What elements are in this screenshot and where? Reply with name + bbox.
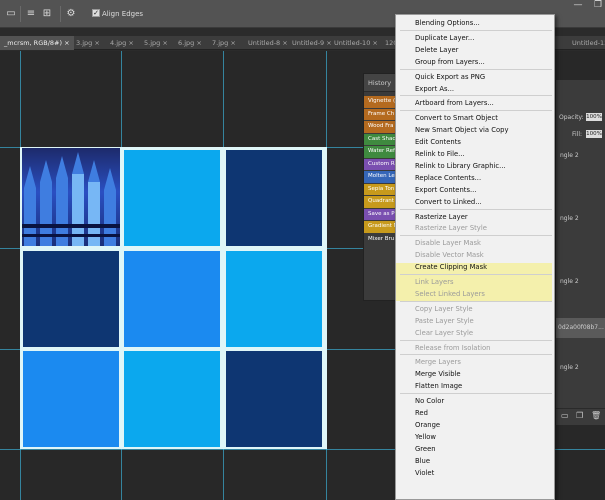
menu-separator (400, 354, 552, 356)
color-tile (226, 150, 322, 246)
color-tile (226, 351, 322, 447)
menu-separator (400, 274, 552, 275)
tab-document[interactable]: Untitled-8 × (248, 36, 288, 50)
gear-icon[interactable]: ⚙ (66, 9, 76, 19)
menu-separator (400, 208, 552, 210)
combine-shapes-icon[interactable]: ▭ (6, 9, 16, 19)
menu-item-release-from-isolation: Release from Isolation (415, 343, 491, 352)
tab-active-document[interactable]: _mcrsm, RGB/8#) × (0, 36, 74, 50)
layer-name[interactable]: ngle 2 (560, 364, 579, 371)
selected-layer-row[interactable]: 0d2a00f08b7... (556, 318, 605, 338)
restore-icon[interactable]: ❐ (588, 0, 605, 12)
color-tile (124, 150, 220, 246)
menu-item-rasterize-layer[interactable]: Rasterize Layer (396, 211, 554, 223)
selected-layer-name: 0d2a00f08b7... (558, 324, 604, 331)
color-tile (226, 251, 322, 347)
menu-separator (400, 300, 552, 302)
menu-item-select-linked-layers: Select Linked Layers (415, 289, 485, 298)
menu-item-artboard-from-layers[interactable]: Artboard from Layers... (396, 97, 554, 109)
menu-item-convert-to-linked[interactable]: Convert to Linked... (396, 196, 554, 208)
menu-item-disable-layer-mask: Disable Layer Mask (415, 239, 481, 248)
path-arrangement-icon[interactable]: ⊞ (42, 9, 52, 19)
menu-item-yellow[interactable]: Yellow (396, 431, 554, 443)
layer-name[interactable]: ngle 2 (560, 215, 579, 222)
menu-separator (400, 339, 552, 341)
new-layer-icon[interactable]: ❐ (576, 411, 583, 420)
layers-panel[interactable]: Opacity: 100% Fill: 100% ngle 2 ngle 2 n… (555, 80, 605, 425)
menu-separator (400, 110, 552, 112)
tab-document[interactable]: Untitled-12 (572, 36, 605, 50)
menu-item-orange[interactable]: Orange (396, 419, 554, 431)
toolbar-separator (60, 6, 61, 22)
menu-item-paste-layer-style: Paste Layer Style (415, 316, 474, 325)
path-alignment-icon[interactable]: ≡ (26, 9, 36, 19)
tab-document[interactable]: 3.jpg × (76, 36, 100, 50)
menu-separator (400, 235, 552, 237)
menu-item-clear-layer-style: Clear Layer Style (415, 328, 474, 337)
layer-name[interactable]: ngle 2 (560, 278, 579, 285)
tab-document[interactable]: 5.jpg × (144, 36, 168, 50)
toolbar-separator (20, 6, 21, 22)
tab-document[interactable]: Untitled-10 × (334, 36, 378, 50)
menu-item-copy-layer-style: Copy Layer Style (415, 304, 473, 313)
menu-item-convert-to-smart-object[interactable]: Convert to Smart Object (396, 112, 554, 124)
color-tile (124, 351, 220, 447)
folder-icon[interactable]: ▭ (561, 411, 569, 420)
menu-item-edit-contents[interactable]: Edit Contents (396, 136, 554, 148)
menu-item-export-contents[interactable]: Export Contents... (396, 184, 554, 196)
color-tile (23, 251, 119, 347)
menu-item-merge-visible[interactable]: Merge Visible (396, 368, 554, 380)
menu-item-delete-layer[interactable]: Delete Layer (396, 44, 554, 56)
menu-item-create-clipping-mask[interactable]: Create Clipping Mask (396, 261, 554, 273)
layer-name[interactable]: ngle 2 (560, 152, 579, 159)
menu-item-relink-to-library-graphic[interactable]: Relink to Library Graphic... (396, 160, 554, 172)
tab-document[interactable]: 7.jpg × (212, 36, 236, 50)
crayons-photo (22, 148, 120, 246)
color-tile (23, 351, 119, 447)
align-edges-checkbox[interactable]: ✓ (92, 9, 100, 17)
minimize-icon[interactable]: — (568, 0, 588, 12)
menu-item-quick-export-as-png[interactable]: Quick Export as PNG (396, 71, 554, 83)
menu-item-replace-contents[interactable]: Replace Contents... (396, 172, 554, 184)
menu-item-merge-layers: Merge Layers (415, 358, 461, 367)
menu-separator (400, 29, 552, 31)
menu-item-relink-to-file[interactable]: Relink to File... (396, 148, 554, 160)
menu-item-rasterize-layer-style: Rasterize Layer Style (415, 224, 487, 233)
menu-item-flatten-image[interactable]: Flatten Image (396, 380, 554, 392)
menu-item-group-from-layers[interactable]: Group from Layers... (396, 56, 554, 68)
tab-document[interactable]: 6.jpg × (178, 36, 202, 50)
menu-separator (400, 95, 552, 97)
layers-panel-footer: ▭ ❐ 🗑 (556, 408, 605, 422)
menu-separator (400, 393, 552, 395)
menu-item-new-smart-object-via-copy[interactable]: New Smart Object via Copy (396, 124, 554, 136)
menu-item-duplicate-layer[interactable]: Duplicate Layer... (396, 32, 554, 44)
menu-item-blending-options[interactable]: Blending Options... (396, 17, 554, 29)
opacity-label: Opacity: (559, 114, 584, 121)
menu-item-violet[interactable]: Violet (396, 467, 554, 479)
menu-item-disable-vector-mask: Disable Vector Mask (415, 251, 484, 260)
fill-label: Fill: (572, 131, 583, 138)
menu-separator (400, 68, 552, 70)
color-tile (124, 251, 220, 347)
menu-item-no-color[interactable]: No Color (396, 395, 554, 407)
layer-context-menu[interactable]: Blending Options... Duplicate Layer... Del… (395, 14, 555, 500)
tab-document[interactable]: Untitled-9 × (292, 36, 332, 50)
trash-icon[interactable]: 🗑 (591, 411, 601, 420)
align-edges-label: Align Edges (102, 10, 144, 18)
menu-item-green[interactable]: Green (396, 443, 554, 455)
opacity-field[interactable]: 100% (586, 113, 602, 121)
menu-item-export-as[interactable]: Export As... (396, 83, 554, 95)
tab-document[interactable]: 4.jpg × (110, 36, 134, 50)
fill-field[interactable]: 100% (586, 130, 602, 138)
menu-item-blue[interactable]: Blue (396, 455, 554, 467)
menu-item-red[interactable]: Red (396, 407, 554, 419)
menu-item-link-layers: Link Layers (415, 278, 454, 286)
